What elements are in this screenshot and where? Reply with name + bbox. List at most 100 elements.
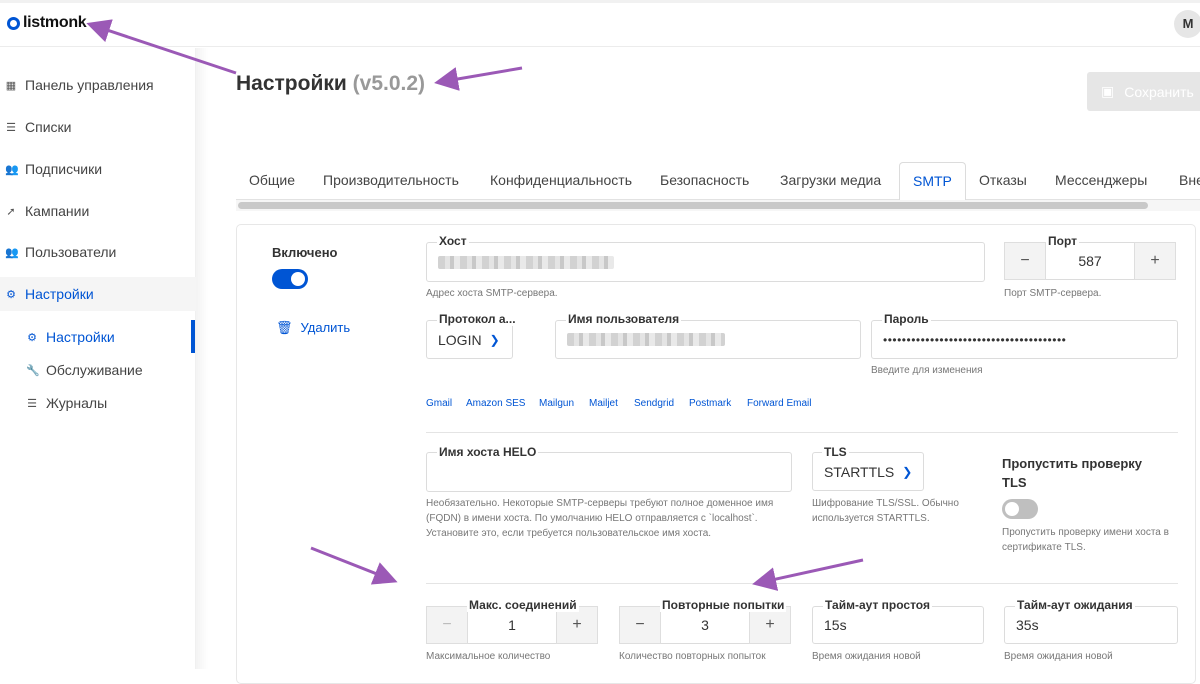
wait-timeout-help: Время ожидания новой <box>1004 651 1113 662</box>
sidebar-item-label: Списки <box>25 119 72 135</box>
idle-timeout-help: Время ожидания новой <box>812 651 921 662</box>
username-value-redacted <box>567 333 725 346</box>
sidebar-subitem-label: Журналы <box>46 395 108 411</box>
top-bar: listmonk M <box>0 0 1200 47</box>
password-help: Введите для изменения <box>871 365 983 376</box>
annotation-arrow-version <box>434 66 523 91</box>
host-field[interactable] <box>426 242 985 282</box>
preset-mailgun[interactable]: Mailgun <box>539 398 574 409</box>
helo-hostname-help: Необязательно. Некоторые SMTP-серверы тр… <box>426 498 774 539</box>
tls-label: TLS <box>822 445 849 459</box>
wrench-icon: 🔧 <box>26 364 40 377</box>
sidebar-item-label: Настройки <box>25 286 94 302</box>
trash-icon: 🗑 <box>276 320 293 335</box>
skip-tls-help: Пропустить проверку имени хоста в сертиф… <box>1002 527 1169 553</box>
sidebar-item-subscribers[interactable]: 👥 Подписчики <box>0 152 196 186</box>
password-value: ••••••••••••••••••••••••••••••••••••••• <box>883 332 1067 347</box>
dashboard-icon: ▦ <box>5 79 17 92</box>
save-label: Сохранить <box>1124 83 1194 100</box>
retries-decrement-button[interactable]: − <box>619 606 661 644</box>
auth-protocol-value: LOGIN <box>438 331 482 348</box>
section-divider <box>426 432 1178 433</box>
sidebar-item-lists[interactable]: ☰ Списки <box>0 110 196 144</box>
page-title-text: Настройки <box>236 72 347 95</box>
toggle-knob <box>291 272 305 286</box>
gear-icon: ⚙ <box>27 331 37 344</box>
tab-messengers[interactable]: Мессенджеры <box>1055 162 1147 200</box>
sidebar-shadow <box>196 48 208 669</box>
save-icon: ▣ <box>1101 83 1115 99</box>
max-connections-help: Максимальное количество <box>426 651 551 662</box>
host-value-redacted <box>438 255 614 269</box>
port-decrement-button[interactable]: − <box>1004 242 1046 280</box>
retries-label: Повторные попытки <box>660 598 787 612</box>
sidebar-item-label: Пользователи <box>25 244 117 260</box>
tab-media[interactable]: Загрузки медиа <box>780 162 881 200</box>
sidebar-item-campaigns[interactable]: ➚ Кампании <box>0 194 196 228</box>
tab-appearance[interactable]: Вне <box>1179 162 1200 200</box>
top-line <box>0 0 1200 3</box>
sidebar-subitem-label: Обслуживание <box>46 362 143 378</box>
tls-value: STARTTLS <box>824 463 895 480</box>
password-label: Пароль <box>882 312 931 326</box>
sidebar-subitem-maintenance[interactable]: 🔧 Обслуживание <box>0 355 196 385</box>
skip-tls-label: Пропустить проверку TLS <box>1002 456 1143 490</box>
tab-smtp[interactable]: SMTP <box>899 162 966 201</box>
settings-tabs: Общие Производительность Конфиденциально… <box>236 162 1200 201</box>
chevron-down-icon: ❯ <box>489 332 500 347</box>
sidebar-item-dashboard[interactable]: ▦ Панель управления <box>0 68 196 102</box>
wait-timeout-value: 35s <box>1016 617 1039 633</box>
users-icon: 👥 <box>5 246 19 259</box>
preset-mailjet[interactable]: Mailjet <box>589 398 618 409</box>
enabled-label: Включено <box>270 245 340 260</box>
preset-sendgrid[interactable]: Sendgrid <box>634 398 674 409</box>
sidebar-item-settings[interactable]: ⚙ Настройки <box>0 277 196 311</box>
gear-icon: ⚙ <box>6 288 16 301</box>
preset-gmail[interactable]: Gmail <box>426 398 452 409</box>
port-help: Порт SMTP-сервера. <box>1004 288 1102 299</box>
delete-button[interactable]: 🗑 Удалить <box>276 320 350 336</box>
tls-help: Шифрование TLS/SSL. Обычно используется … <box>812 498 959 524</box>
logo-icon <box>7 16 20 30</box>
tab-performance[interactable]: Производительность <box>323 162 459 200</box>
idle-timeout-label: Тайм-аут простоя <box>823 598 932 612</box>
host-help: Адрес хоста SMTP-сервера. <box>426 288 558 299</box>
list-icon: ☰ <box>27 397 37 410</box>
sidebar-item-label: Кампании <box>25 203 90 219</box>
port-increment-button[interactable]: + <box>1134 242 1176 280</box>
logo-text: listmonk <box>23 14 87 31</box>
host-label: Хост <box>437 234 469 248</box>
port-stepper[interactable]: − 587 + <box>1004 242 1176 280</box>
toggle-knob <box>1005 502 1019 516</box>
enabled-toggle[interactable] <box>272 269 308 289</box>
delete-label: Удалить <box>300 320 351 335</box>
preset-postmark[interactable]: Postmark <box>689 398 731 409</box>
save-button[interactable]: ▣ Сохранить <box>1087 72 1200 111</box>
sidebar-subitem-logs[interactable]: ☰ Журналы <box>0 388 196 418</box>
logo[interactable]: listmonk <box>7 14 87 32</box>
sidebar-item-users[interactable]: 👥 Пользователи <box>0 235 196 269</box>
tabs-scrollbar[interactable] <box>238 202 1148 209</box>
max-connections-label: Макс. соединений <box>467 598 579 612</box>
avatar[interactable]: M <box>1174 10 1200 38</box>
rocket-icon: ➚ <box>6 205 16 218</box>
sidebar-item-label: Подписчики <box>25 161 103 177</box>
tab-security[interactable]: Безопасность <box>660 162 749 200</box>
users-icon: 👥 <box>5 163 19 176</box>
preset-amazon-ses[interactable]: Amazon SES <box>466 398 525 409</box>
helo-hostname-label: Имя хоста HELO <box>437 445 539 459</box>
tab-privacy[interactable]: Конфиденциальность <box>490 162 632 200</box>
preset-forward-email[interactable]: Forward Email <box>747 398 811 409</box>
sidebar-subitem-settings[interactable]: ⚙ Настройки <box>0 322 196 352</box>
page-title: Настройки (v5.0.2) <box>236 72 425 96</box>
wait-timeout-label: Тайм-аут ожидания <box>1015 598 1135 612</box>
port-label: Порт <box>1046 234 1080 248</box>
max-connections-decrement-button[interactable]: − <box>426 606 468 644</box>
sidebar-item-label: Панель управления <box>25 77 154 93</box>
skip-tls-toggle[interactable] <box>1002 499 1038 519</box>
tab-bounces[interactable]: Отказы <box>979 162 1027 200</box>
tab-general[interactable]: Общие <box>249 162 295 200</box>
version-label: (v5.0.2) <box>352 72 426 95</box>
retries-help: Количество повторных попыток <box>619 651 766 662</box>
list-icon: ☰ <box>6 121 16 134</box>
